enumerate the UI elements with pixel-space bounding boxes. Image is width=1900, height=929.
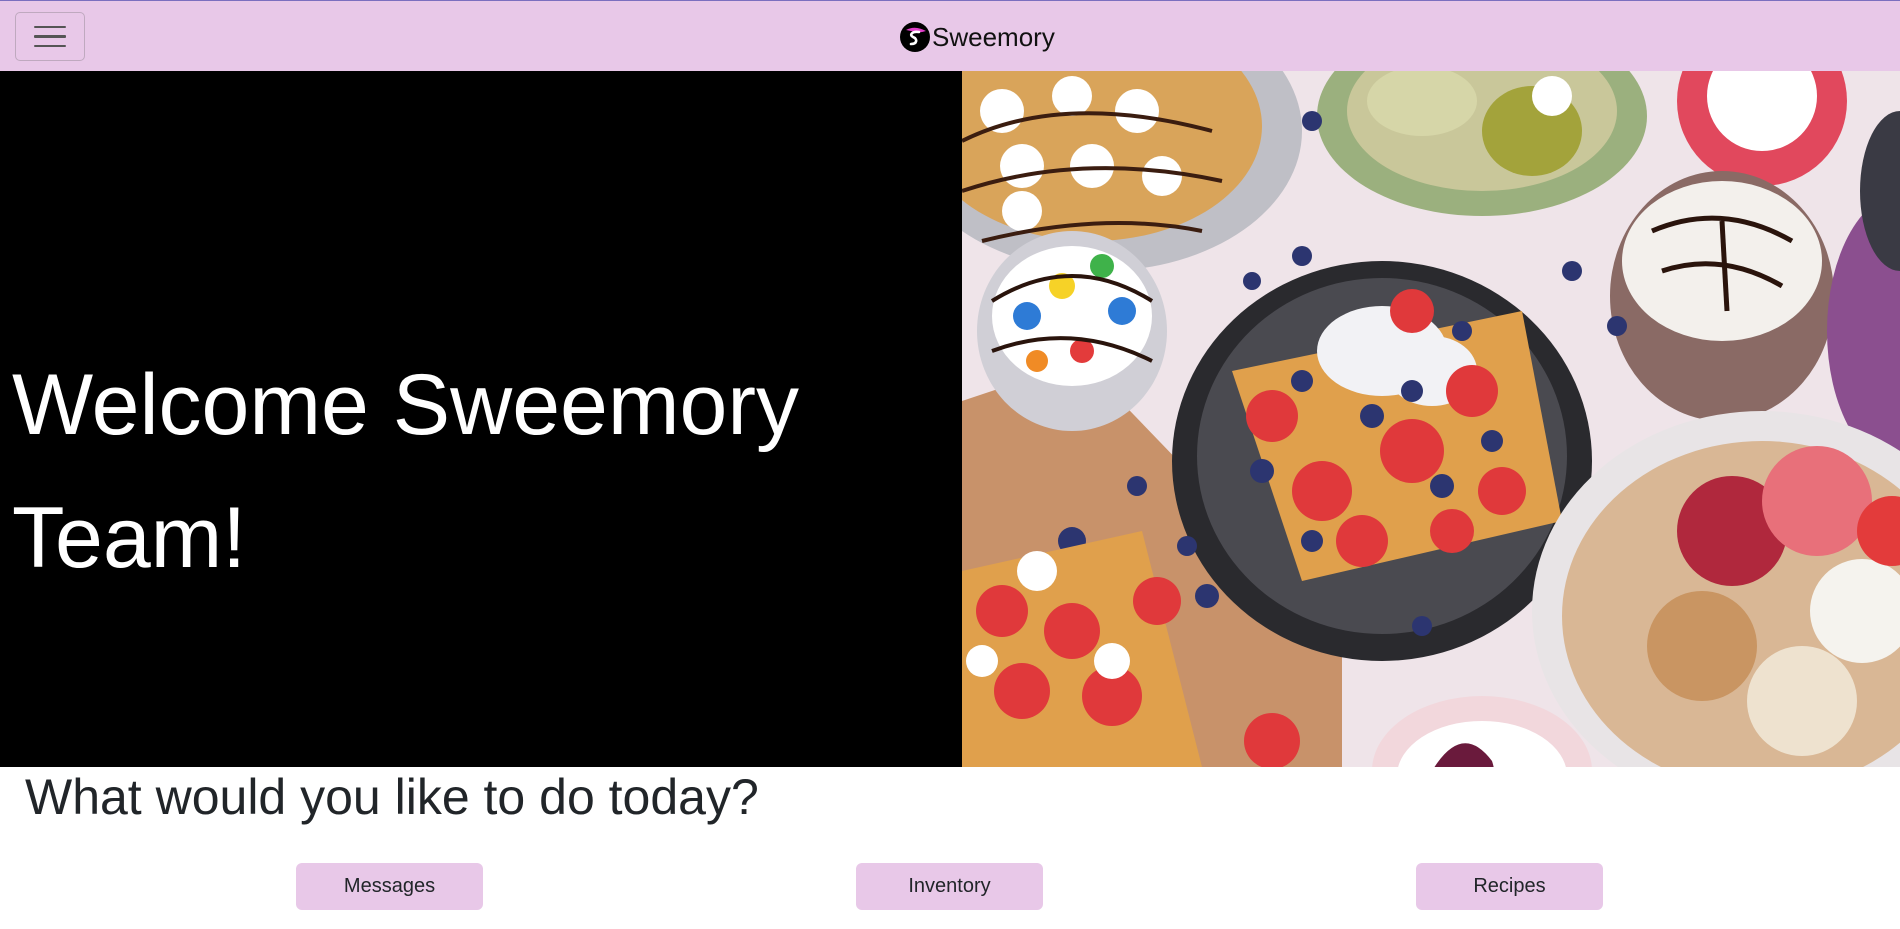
hamburger-menu-icon [34, 25, 66, 29]
messages-button[interactable]: Messages [296, 863, 483, 910]
hero-welcome-panel: Welcome Sweemory Team! [0, 71, 962, 767]
brand-name: Sweemory [932, 22, 1055, 52]
brand-link[interactable]: Sweemory [900, 19, 1055, 55]
top-navbar: Sweemory [0, 0, 1900, 71]
hamburger-menu-button[interactable] [15, 12, 85, 61]
hamburger-bar [34, 35, 66, 38]
desserts-illustration [962, 71, 1900, 767]
sweemory-logo-icon [900, 22, 930, 52]
prompt-heading: What would you like to do today? [25, 769, 759, 825]
desserts-photo [962, 71, 1900, 767]
hamburger-bar [34, 44, 66, 48]
hero-title: Welcome Sweemory Team! [12, 357, 799, 586]
inventory-button[interactable]: Inventory [856, 863, 1043, 910]
recipes-button[interactable]: Recipes [1416, 863, 1603, 910]
